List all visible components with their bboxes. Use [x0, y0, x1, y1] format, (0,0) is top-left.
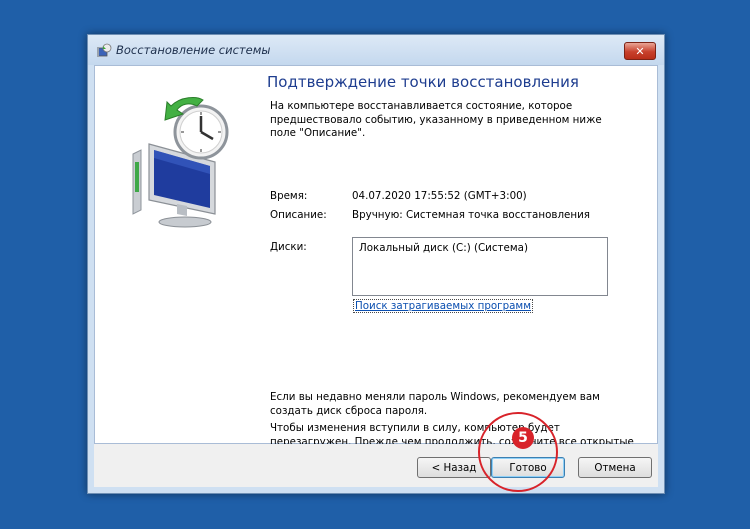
- finish-button[interactable]: Готово: [491, 457, 565, 478]
- window-title: Восстановление системы: [116, 43, 271, 57]
- computer-with-clock-icon: [132, 97, 229, 228]
- password-note: Если вы недавно меняли пароль Windows, р…: [270, 391, 600, 417]
- system-restore-icon: [97, 43, 112, 57]
- disks-list[interactable]: Локальный диск (C:) (Система): [352, 237, 608, 296]
- scan-affected-programs-link[interactable]: Поиск затрагиваемых программ: [353, 299, 533, 313]
- close-icon: ✕: [635, 44, 645, 58]
- page-heading: Подтверждение точки восстановления: [267, 73, 579, 91]
- time-label: Время:: [270, 190, 308, 202]
- time-value: 04.07.2020 17:55:52 (GMT+3:00): [352, 190, 527, 202]
- wizard-content: Подтверждение точки восстановления На ко…: [94, 65, 658, 461]
- title-bar[interactable]: Восстановление системы ✕: [88, 35, 664, 65]
- disks-label: Диски:: [270, 241, 307, 253]
- back-button[interactable]: < Назад: [417, 457, 491, 478]
- list-item[interactable]: Локальный диск (C:) (Система): [359, 242, 528, 254]
- button-bar: < Назад Готово Отмена: [94, 444, 658, 487]
- cancel-button[interactable]: Отмена: [578, 457, 652, 478]
- system-restore-window: Восстановление системы ✕ Подтверждение т…: [87, 34, 665, 494]
- close-button[interactable]: ✕: [624, 42, 656, 60]
- description-label: Описание:: [270, 209, 327, 221]
- intro-text: На компьютере восстанавливается состояни…: [270, 100, 602, 139]
- step-badge: 5: [512, 427, 534, 449]
- description-value: Вручную: Системная точка восстановления: [352, 209, 590, 221]
